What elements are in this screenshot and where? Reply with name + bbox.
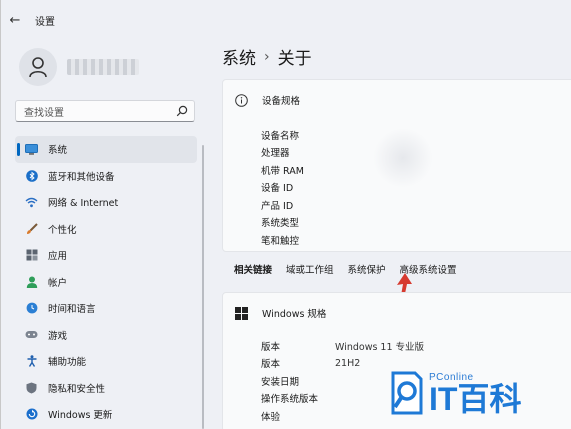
sidebar-item-privacy-security[interactable]: 隐私和安全性 (15, 375, 197, 402)
apps-icon (25, 249, 38, 262)
sidebar-item-accessibility[interactable]: 辅助功能 (15, 348, 197, 375)
spec-key: 安装日期 (261, 376, 300, 388)
watermark-big: IT百科 (429, 380, 522, 417)
windows-spec-header[interactable]: Windows 规格 (223, 293, 571, 333)
spec-key: 处理器 (261, 148, 290, 160)
sidebar-item-gaming[interactable]: 游戏 (15, 322, 197, 349)
sidebar-item-label: 网络 & Internet (48, 198, 119, 210)
sidebar-scrollbar[interactable] (202, 145, 204, 429)
spec-row: 系统类型 (261, 214, 571, 232)
spec-row: 版本 Windows 11 专业版 (261, 337, 571, 355)
watermark-text: PConline IT百科 (429, 372, 521, 415)
sidebar-item-label: Windows 更新 (48, 410, 113, 422)
search-box[interactable]: 查找设置 (15, 100, 195, 122)
sidebar-item-apps[interactable]: 应用 (15, 242, 197, 269)
breadcrumb-current: 关于 (277, 49, 312, 69)
back-arrow-icon[interactable]: ← (7, 13, 23, 28)
sidebar-item-system[interactable]: 系统 (15, 136, 197, 163)
spec-key: 机带 RAM (261, 165, 304, 177)
user-avatar-icon (29, 57, 47, 78)
spec-key: 笔和触控 (261, 235, 300, 247)
sidebar-item-label: 游戏 (48, 330, 68, 342)
device-spec-header[interactable]: 设备规格 (223, 80, 571, 120)
gamepad-icon (25, 328, 38, 341)
spec-key: 设备名称 (261, 130, 300, 142)
monitor-icon (25, 143, 38, 156)
spec-key: 版本 (261, 359, 281, 371)
device-spec-title: 设备规格 (262, 96, 301, 107)
shield-icon (25, 381, 38, 394)
spec-value: 21H2 (335, 357, 361, 369)
sidebar-item-bluetooth[interactable]: 蓝牙和其他设备 (15, 163, 197, 190)
sidebar-item-label: 应用 (48, 251, 68, 263)
update-icon (25, 408, 38, 421)
pconline-logo-icon (391, 371, 423, 415)
sidebar-item-personalization[interactable]: 个性化 (15, 216, 197, 243)
link-domain-workgroup[interactable]: 域或工作组 (286, 262, 334, 276)
breadcrumb-separator: › (264, 48, 270, 65)
wifi-icon (25, 196, 38, 209)
accessibility-icon (25, 355, 38, 368)
breadcrumb-parent[interactable]: 系统 (222, 44, 256, 69)
spec-key: 设备 ID (261, 183, 294, 195)
blurred-values (373, 128, 433, 188)
spec-value: Windows 11 专业版 (335, 341, 425, 353)
sidebar-item-label: 蓝牙和其他设备 (48, 171, 115, 183)
sidebar-item-label: 个性化 (48, 224, 77, 236)
pconline-watermark: PConline IT百科 (389, 358, 569, 428)
sidebar-item-label: 辅助功能 (48, 357, 87, 369)
sidebar-item-label: 系统 (48, 145, 68, 157)
sidebar-nav: 系统 蓝牙和其他设备 网络 & Internet 个性化 应用 帐户 时间和语言… (15, 136, 197, 428)
info-icon (235, 93, 248, 107)
spec-key: 系统类型 (261, 218, 300, 230)
settings-window: ← 设置 查找设置 系统 蓝牙和其他设备 网络 & Internet 个性化 应… (0, 0, 571, 429)
spec-row: 笔和触控 (261, 231, 571, 249)
sidebar-item-time-language[interactable]: 时间和语言 (15, 295, 197, 322)
sidebar-item-label: 时间和语言 (48, 304, 96, 316)
spec-key: 版本 (261, 341, 281, 353)
sidebar-item-windows-update[interactable]: Windows 更新 (15, 401, 197, 428)
sidebar-item-network[interactable]: 网络 & Internet (15, 189, 197, 216)
bluetooth-icon (25, 169, 38, 182)
windows-spec-title: Windows 规格 (262, 309, 327, 320)
title-bar: ← 设置 (7, 0, 307, 40)
related-links-label: 相关链接 (234, 265, 273, 276)
link-system-protection[interactable]: 系统保护 (348, 262, 386, 276)
spec-key: 产品 ID (261, 200, 294, 212)
spec-row: 产品 ID (261, 196, 571, 214)
sidebar-item-accounts[interactable]: 帐户 (15, 269, 197, 296)
sidebar-item-label: 隐私和安全性 (48, 383, 106, 395)
brush-icon (25, 222, 38, 235)
spec-key: 操作系统版本 (261, 394, 319, 406)
blurred-user-name (67, 59, 139, 75)
avatar (19, 48, 57, 86)
device-spec-card: 设备规格 设备名称 处理器 机带 RAM 设备 ID 产品 ID 系统类型 笔和… (222, 79, 571, 252)
window-title: 设置 (35, 16, 55, 28)
search-icon (176, 105, 188, 117)
sidebar-item-label: 帐户 (48, 277, 68, 289)
page-title: 系统 › 关于 (222, 44, 312, 70)
windows-logo-icon (235, 306, 248, 320)
search-input[interactable]: 查找设置 (24, 104, 176, 119)
spec-key: 体验 (261, 411, 281, 423)
user-profile[interactable] (19, 48, 139, 86)
globe-clock-icon (25, 302, 38, 315)
user-icon (25, 275, 38, 288)
